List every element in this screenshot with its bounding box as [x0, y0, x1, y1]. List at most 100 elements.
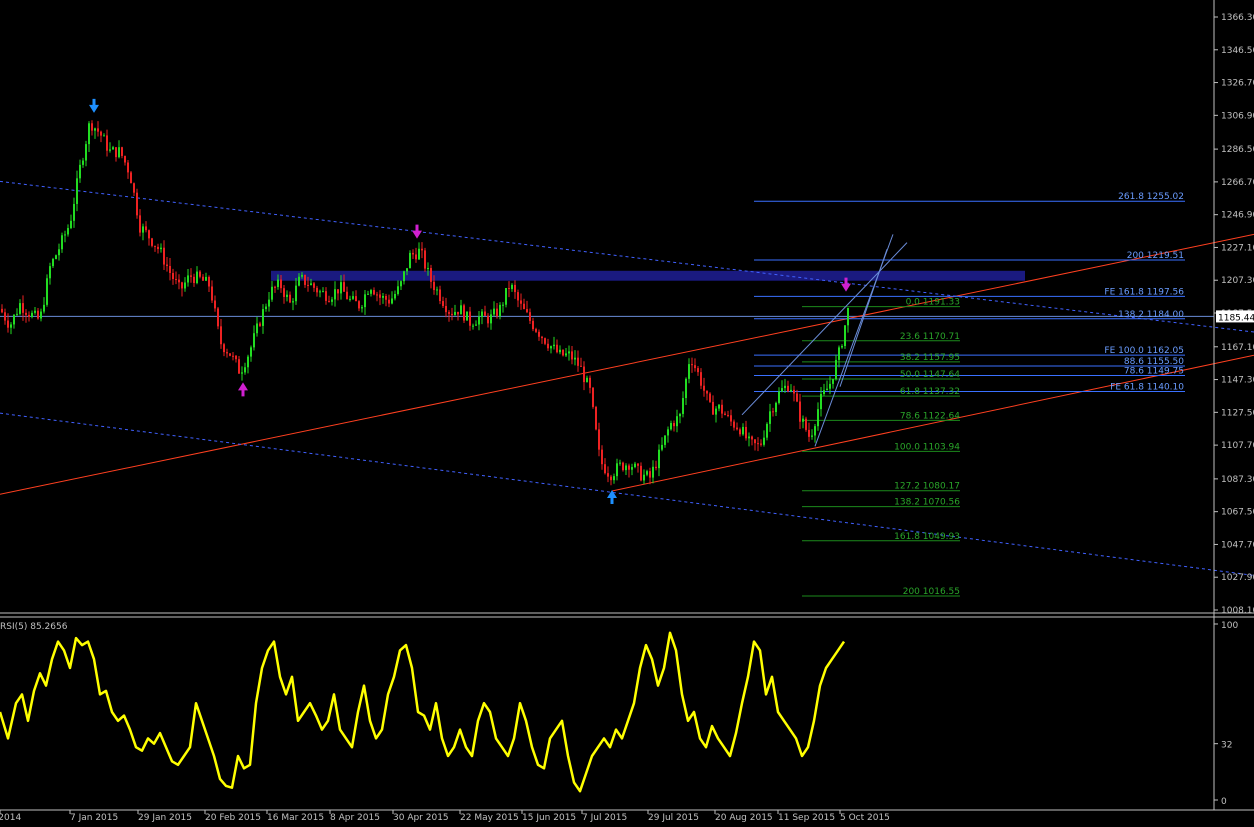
candle-body — [538, 331, 540, 337]
candle-body — [580, 365, 582, 367]
candle-body — [529, 312, 531, 321]
candle-body — [232, 355, 234, 357]
candle-body — [811, 435, 813, 437]
candle-body — [25, 312, 27, 315]
fib-retracement-label: 0.0 1191.33 — [906, 298, 960, 308]
candle-body — [733, 421, 735, 428]
candle-body — [19, 303, 21, 314]
candle-body — [610, 476, 612, 481]
candle-body — [595, 406, 597, 430]
candle-body — [34, 310, 36, 313]
candle-body — [493, 308, 495, 315]
candle-body — [103, 135, 105, 137]
rsi-tick-label: 0 — [1221, 797, 1227, 807]
candle-body — [637, 463, 639, 466]
candle-body — [343, 282, 345, 292]
candle-body — [295, 285, 297, 302]
candle-body — [712, 401, 714, 415]
candle-body — [253, 333, 255, 348]
candle-body — [790, 389, 792, 392]
fib-retracement-label: 23.6 1170.71 — [900, 332, 960, 342]
candle-body — [517, 292, 519, 301]
candle-body — [739, 429, 741, 435]
candle-body — [373, 290, 375, 295]
candle-body — [745, 426, 747, 439]
candle-body — [187, 275, 189, 283]
candle-body — [577, 357, 579, 366]
candle-body — [550, 346, 552, 349]
candle-body — [781, 388, 783, 392]
date-tick-label: 11 Sep 2015 — [778, 813, 835, 823]
candle-body — [49, 266, 51, 279]
candle-body — [769, 411, 771, 424]
price-tick-label: 1207.30 — [1221, 276, 1254, 286]
candle-body — [778, 391, 780, 403]
candle-body — [763, 437, 765, 445]
candle-body — [361, 307, 363, 309]
date-tick-label: 30 Apr 2015 — [393, 813, 449, 823]
candle-body — [568, 351, 570, 354]
candle-body — [661, 444, 663, 450]
candle-body — [337, 289, 339, 294]
fib-retracement-label: 200 1016.55 — [903, 587, 960, 597]
candle-body — [205, 276, 207, 281]
candle-body — [151, 238, 153, 246]
candle-body — [838, 347, 840, 360]
chart-svg: 261.8 1255.02 200 1219.51 FE 161.8 1197.56… — [0, 0, 1254, 823]
candle-body — [265, 306, 267, 310]
candle-body — [532, 320, 534, 330]
candle-body — [631, 467, 633, 470]
date-tick-label: 29 Jul 2015 — [648, 813, 699, 823]
candle-body — [88, 123, 90, 145]
candle-body — [154, 245, 156, 247]
candle-body — [544, 338, 546, 344]
candle-body — [58, 249, 60, 256]
candle-body — [193, 276, 195, 284]
candle-body — [823, 390, 825, 394]
candle-body — [115, 147, 117, 158]
candle-body — [721, 404, 723, 414]
fib-expansion-label: FE 100.0 1162.05 — [1104, 346, 1184, 356]
candle-body — [583, 366, 585, 383]
candle-body — [424, 250, 426, 269]
candle-body — [814, 426, 816, 436]
candle-body — [655, 466, 657, 469]
candle-body — [613, 476, 615, 481]
candle-body — [220, 326, 222, 345]
candle-body — [91, 123, 93, 131]
candle-body — [316, 287, 318, 293]
candle-body — [589, 377, 591, 388]
candle-body — [148, 230, 150, 239]
candle-body — [418, 248, 420, 260]
candle-body — [760, 443, 762, 445]
fib-retracement-label: 100.0 1103.94 — [894, 442, 960, 452]
candle-body — [178, 279, 180, 283]
price-tick-label: 1067.50 — [1221, 508, 1254, 518]
candle-body — [112, 147, 114, 150]
candle-body — [1, 308, 3, 313]
candle-body — [640, 465, 642, 481]
candle-body — [688, 364, 690, 379]
candle-body — [601, 449, 603, 465]
candle-body — [448, 312, 450, 314]
candle-body — [208, 276, 210, 287]
forex-chart[interactable]: 261.8 1255.02 200 1219.51 FE 161.8 1197.56… — [0, 0, 1254, 823]
candle-body — [460, 305, 462, 315]
candle-body — [679, 413, 681, 417]
candle-body — [808, 429, 810, 437]
price-tick-label: 1346.50 — [1221, 46, 1254, 56]
candle-body — [415, 254, 417, 260]
candle-body — [592, 387, 594, 407]
candle-body — [445, 306, 447, 313]
candle-body — [313, 283, 315, 288]
candle-body — [241, 372, 243, 374]
candle-body — [85, 144, 87, 161]
candle-body — [244, 367, 246, 373]
candle-body — [352, 296, 354, 299]
date-tick-label: 5 Oct 2015 — [840, 813, 890, 823]
candle-body — [52, 258, 54, 267]
candle-body — [535, 329, 537, 332]
candle-body — [322, 291, 324, 293]
candle-body — [238, 359, 240, 374]
candle-body — [649, 471, 651, 478]
